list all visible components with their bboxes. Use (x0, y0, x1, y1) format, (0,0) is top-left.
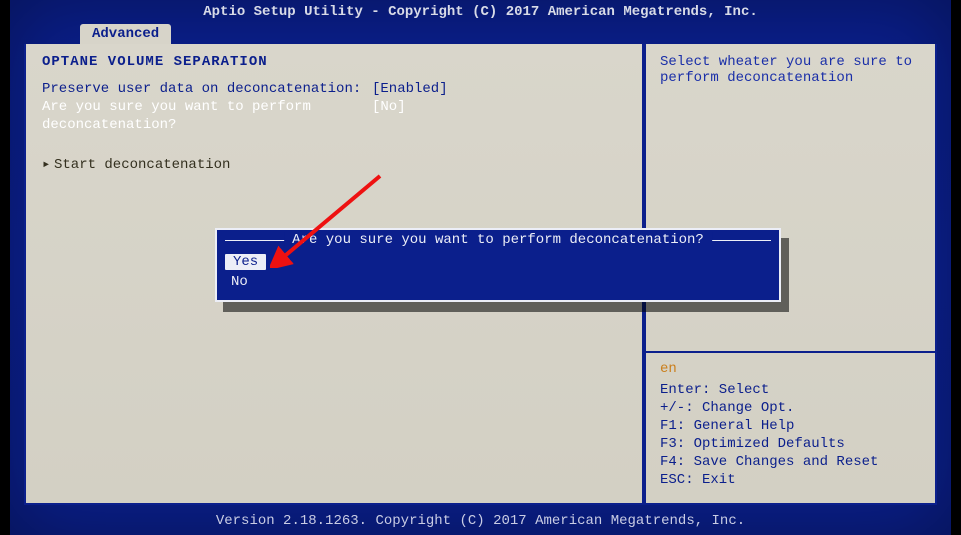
label-confirm-deconcatenation: Are you sure you want to perform deconca… (42, 98, 372, 134)
row-confirm-deconcatenation[interactable]: Are you sure you want to perform deconca… (42, 98, 626, 134)
confirm-popup: Are you sure you want to perform deconca… (215, 228, 781, 302)
section-title: OPTANE VOLUME SEPARATION (42, 54, 626, 70)
kb-enter: Enter: Select (660, 381, 921, 399)
action-start-deconcatenation[interactable]: ▸Start deconcatenation (42, 156, 626, 173)
value-preserve-user-data: [Enabled] (372, 80, 626, 98)
kb-f3: F3: Optimized Defaults (660, 435, 921, 453)
tab-advanced[interactable]: Advanced (80, 24, 171, 44)
value-confirm-deconcatenation: [No] (372, 98, 626, 134)
key-help: en Enter: Select +/-: Change Opt. F1: Ge… (646, 351, 935, 503)
help-text: Select wheater you are sure to perform d… (646, 44, 935, 351)
popup-option-yes[interactable]: Yes (225, 254, 266, 270)
popup-option-yes-row[interactable]: Yes (221, 252, 775, 272)
popup-title-wrap: Are you sure you want to perform deconca… (221, 234, 775, 248)
kb-f4: F4: Save Changes and Reset (660, 453, 921, 471)
popup-title: Are you sure you want to perform deconca… (284, 232, 712, 248)
tab-strip: Advanced (80, 24, 951, 44)
kb-esc: ESC: Exit (660, 471, 921, 489)
title-bar: Aptio Setup Utility - Copyright (C) 2017… (10, 0, 951, 24)
bios-screen: Aptio Setup Utility - Copyright (C) 2017… (10, 0, 951, 535)
label-preserve-user-data: Preserve user data on deconcatenation: (42, 80, 372, 98)
screen-token: en (660, 361, 677, 377)
footer-version: Version 2.18.1263. Copyright (C) 2017 Am… (10, 513, 951, 529)
row-preserve-user-data[interactable]: Preserve user data on deconcatenation: [… (42, 80, 626, 98)
kb-f1: F1: General Help (660, 417, 921, 435)
popup-option-no[interactable]: No (221, 272, 775, 292)
menu-marker-icon: ▸ (42, 156, 54, 173)
action-label: Start deconcatenation (54, 157, 230, 173)
kb-opt: +/-: Change Opt. (660, 399, 921, 417)
